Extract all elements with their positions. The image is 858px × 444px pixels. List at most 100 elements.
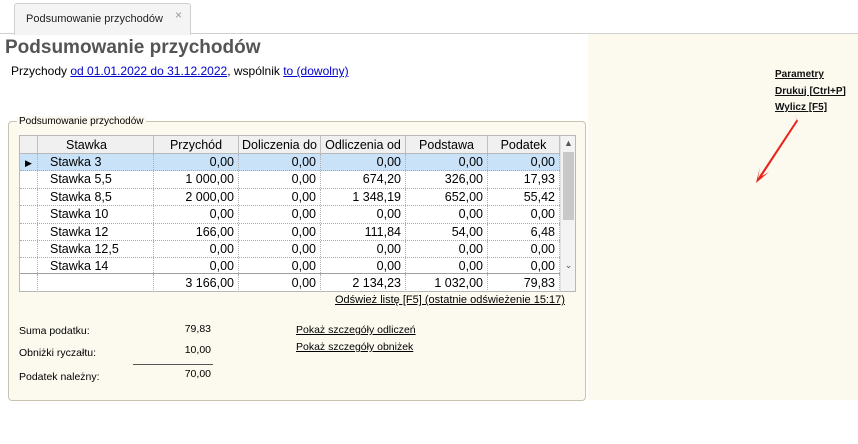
table-cell: 0,00: [488, 206, 560, 223]
side-menu: Parametry Drukuj [Ctrl+P] Wylicz [F5]: [775, 67, 857, 117]
scrollbar-thumb[interactable]: [563, 152, 574, 220]
table-cell: 326,00: [406, 171, 488, 188]
column-header-przychod[interactable]: Przychód: [154, 136, 239, 153]
table-row[interactable]: Stawka 5,5 1 000,00 0,00 674,20 326,00 17,93: [20, 171, 560, 189]
column-header-podstawa[interactable]: Podstawa: [406, 136, 488, 153]
table-cell: Stawka 3: [38, 154, 154, 171]
table-cell: 0,00: [488, 154, 560, 171]
table-cell: 17,93: [488, 171, 560, 188]
table-cell: 0,00: [406, 240, 488, 258]
groupbox-legend: Podsumowanie przychodów: [17, 116, 146, 127]
table-cell: 55,42: [488, 188, 560, 206]
date-range-link[interactable]: od 01.01.2022 do 31.12.2022: [70, 64, 227, 78]
table-cell: 0,00: [239, 223, 321, 240]
total-cell: 2 134,23: [321, 274, 406, 291]
column-header-doliczenia[interactable]: Doliczenia do: [239, 136, 321, 153]
table-cell: Stawka 8,5: [38, 188, 154, 206]
reductions-label: Obniżki ryczałtu:: [19, 347, 97, 359]
table-cell: 0,00: [154, 154, 239, 171]
column-header-stawka[interactable]: Stawka: [38, 136, 154, 153]
close-icon[interactable]: ×: [175, 8, 182, 22]
table-cell: 0,00: [406, 258, 488, 273]
table-row[interactable]: Stawka 10 0,00 0,00 0,00 0,00 0,00: [20, 206, 560, 224]
table-cell: 0,00: [154, 240, 239, 258]
subtitle-mid: , wspólnik: [227, 64, 284, 78]
table-cell: 54,00: [406, 223, 488, 240]
column-header-odliczenia[interactable]: Odliczenia od: [321, 136, 406, 153]
rates-grid: Stawka Przychód Doliczenia do Odliczenia…: [19, 135, 576, 292]
tax-due-label: Podatek należny:: [19, 371, 100, 383]
table-row[interactable]: Stawka 14 0,00 0,00 0,00 0,00 0,00: [20, 258, 560, 273]
vertical-scrollbar[interactable]: ▲ ⌄: [560, 136, 575, 291]
tax-due-value: 70,00: [184, 368, 211, 380]
refresh-list-link[interactable]: Odśwież listę [F5] (ostatnie odświeżenie…: [335, 294, 565, 306]
total-cell: 3 166,00: [154, 274, 239, 291]
red-arrow-annotation: [756, 114, 798, 183]
table-cell: 0,00: [154, 258, 239, 273]
sum-divider: [133, 364, 213, 365]
table-cell: 0,00: [239, 171, 321, 188]
table-row[interactable]: Stawka 12,5 0,00 0,00 0,00 0,00 0,00: [20, 240, 560, 259]
table-row[interactable]: ▶ Stawka 3 0,00 0,00 0,00 0,00 0,00: [20, 154, 560, 172]
table-cell: 1 000,00: [154, 171, 239, 188]
table-cell: 0,00: [321, 240, 406, 258]
totals-indicator: [20, 274, 38, 291]
row-indicator: [20, 258, 38, 273]
tab-strip: Podsumowanie przychodów ×: [0, 0, 858, 35]
table-cell: 0,00: [239, 240, 321, 258]
subtitle: Przychody od 01.01.2022 do 31.12.2022, w…: [11, 64, 349, 78]
reductions-details-link[interactable]: Pokaż szczegóły obniżek: [296, 341, 413, 353]
grid-totals-row: 3 166,00 0,00 2 134,23 1 032,00 79,83: [20, 273, 560, 291]
tab-podsumowanie[interactable]: Podsumowanie przychodów ×: [14, 3, 191, 35]
table-row[interactable]: Stawka 12 166,00 0,00 111,84 54,00 6,48: [20, 223, 560, 241]
table-cell: Stawka 12: [38, 223, 154, 240]
table-cell: 2 000,00: [154, 188, 239, 206]
table-cell: 674,20: [321, 171, 406, 188]
grid-header: Stawka Przychód Doliczenia do Odliczenia…: [20, 136, 560, 154]
tab-label: Podsumowanie przychodów: [26, 13, 163, 25]
partner-link[interactable]: to (dowolny): [283, 64, 348, 78]
table-cell: 0,00: [239, 206, 321, 223]
total-cell: 1 032,00: [406, 274, 488, 291]
table-cell: 652,00: [406, 188, 488, 206]
table-cell: 0,00: [239, 154, 321, 171]
total-cell: 79,83: [488, 274, 560, 291]
tax-sum-label: Suma podatku:: [19, 325, 90, 337]
row-indicator: [20, 171, 38, 188]
table-cell: 166,00: [154, 223, 239, 240]
chevron-down-icon[interactable]: ⌄: [561, 258, 575, 273]
table-cell: Stawka 12,5: [38, 240, 154, 258]
table-cell: 0,00: [321, 206, 406, 223]
page-title: Podsumowanie przychodów: [5, 37, 261, 58]
subtitle-prefix: Przychody: [11, 64, 71, 78]
total-cell: 0,00: [239, 274, 321, 291]
table-cell: 0,00: [488, 258, 560, 273]
table-cell: 0,00: [488, 240, 560, 258]
row-indicator: [20, 223, 38, 240]
table-cell: 6,48: [488, 223, 560, 240]
row-indicator: ▶: [20, 154, 38, 171]
table-row[interactable]: Stawka 8,5 2 000,00 0,00 1 348,19 652,00 55,4…: [20, 188, 560, 207]
table-cell: Stawka 14: [38, 258, 154, 273]
chevron-up-icon[interactable]: ▲: [561, 136, 575, 151]
table-cell: Stawka 10: [38, 206, 154, 223]
table-cell: 111,84: [321, 223, 406, 240]
row-pointer-icon: ▶: [25, 158, 32, 168]
table-cell: 0,00: [321, 154, 406, 171]
table-cell: 0,00: [239, 188, 321, 206]
table-cell: 0,00: [406, 154, 488, 171]
tax-sum-value: 79,83: [184, 323, 211, 335]
header-indicator: [20, 136, 38, 153]
row-indicator: [20, 240, 38, 258]
total-cell: [38, 274, 154, 291]
table-cell: 0,00: [406, 206, 488, 223]
table-cell: 0,00: [154, 206, 239, 223]
column-header-podatek[interactable]: Podatek: [488, 136, 560, 153]
print-link[interactable]: Drukuj [Ctrl+P]: [775, 84, 857, 101]
table-cell: 1 348,19: [321, 188, 406, 206]
deductions-details-link[interactable]: Pokaż szczegóły odliczeń: [296, 324, 416, 336]
row-indicator: [20, 188, 38, 206]
parametry-link[interactable]: Parametry: [775, 67, 857, 84]
table-cell: Stawka 5,5: [38, 171, 154, 188]
table-cell: 0,00: [239, 258, 321, 273]
